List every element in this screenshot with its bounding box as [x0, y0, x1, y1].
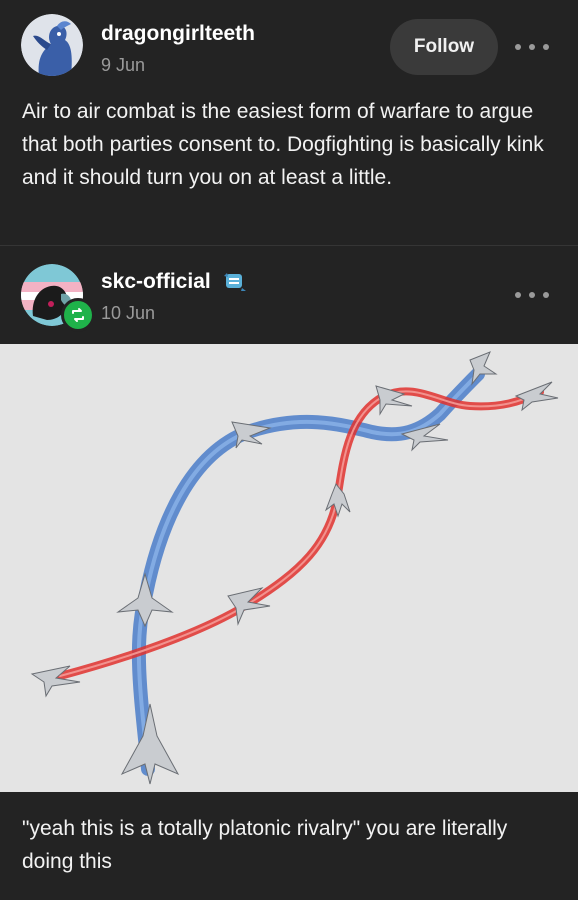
- reblog-caption: "yeah this is a totally platonic rivalry…: [22, 817, 508, 873]
- divider: [0, 245, 578, 246]
- author-avatar[interactable]: [21, 14, 83, 76]
- post-image[interactable]: [0, 344, 578, 792]
- reblog-more-options-icon[interactable]: [515, 285, 549, 305]
- more-options-icon[interactable]: [515, 37, 549, 57]
- jet-icon: [514, 381, 559, 412]
- jet-icon: [324, 483, 351, 518]
- verified-badge-icon: [222, 270, 248, 294]
- post-date: 9 Jun: [101, 55, 146, 75]
- post-body-text: Air to air combat is the easiest form of…: [22, 100, 544, 189]
- follow-button[interactable]: Follow: [390, 19, 498, 75]
- author-username[interactable]: dragongirlteeth: [101, 22, 255, 46]
- reblog-icon: [61, 298, 95, 332]
- jet-icon: [469, 351, 498, 386]
- jet-icon: [116, 572, 174, 628]
- post-header: dragongirlteeth 9 Jun Follow: [0, 0, 578, 90]
- dogfight-illustration: [30, 351, 559, 785]
- reblog-date: 10 Jun: [101, 303, 156, 323]
- jet-icon: [120, 703, 180, 785]
- reblogger-username[interactable]: skc-official: [101, 270, 211, 294]
